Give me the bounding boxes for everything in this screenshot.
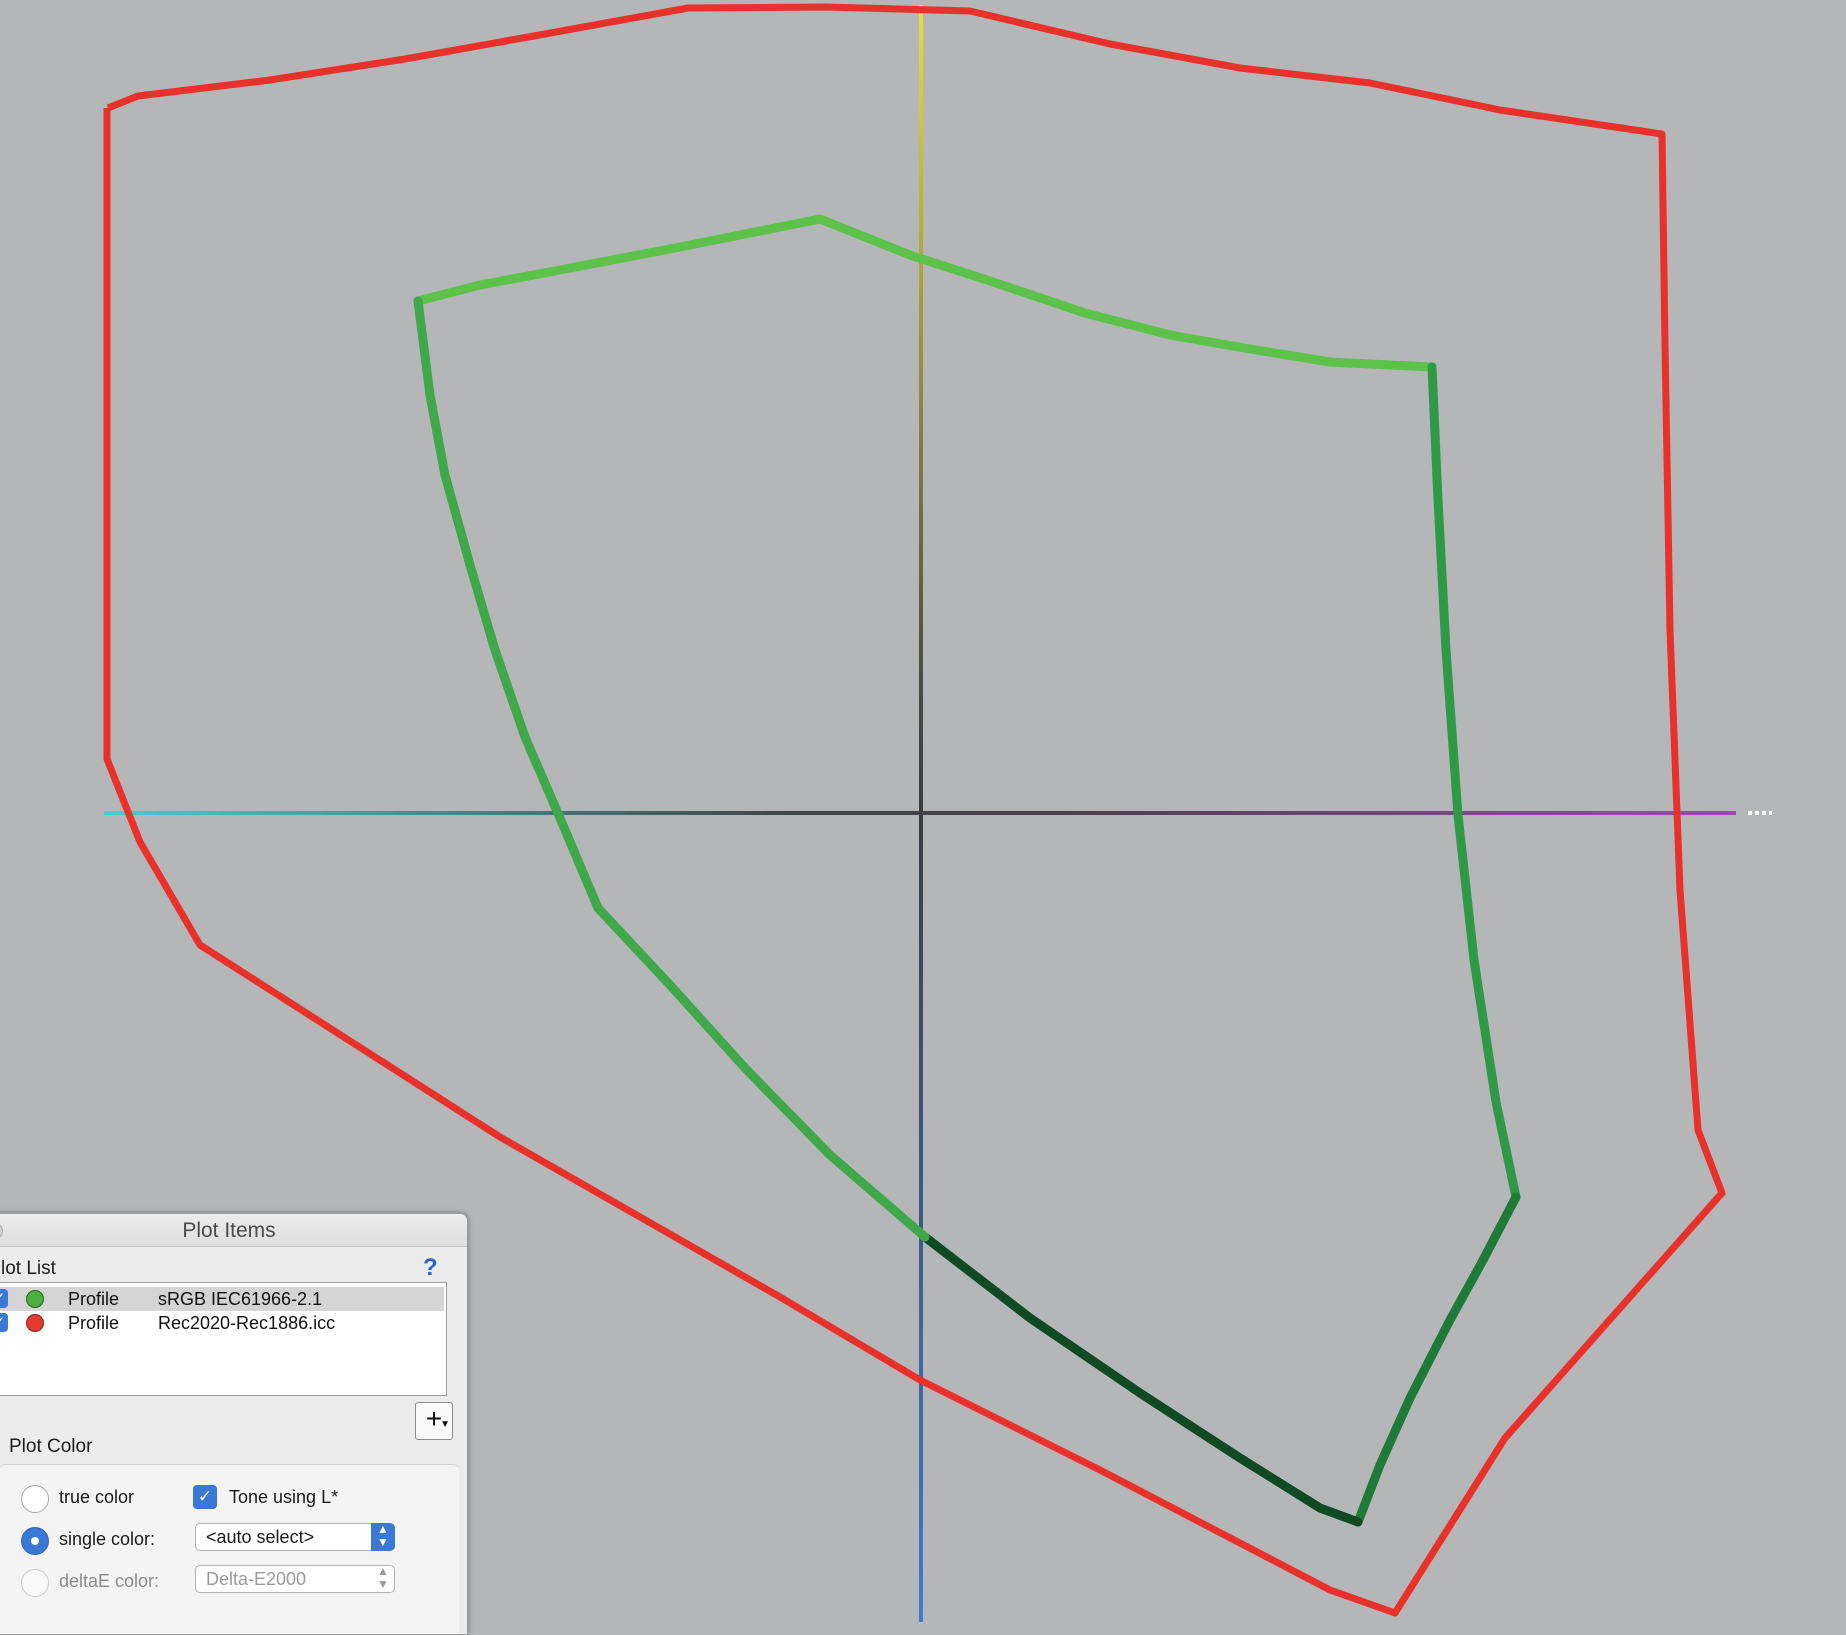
plot-color-label: Plot Color [9, 1436, 93, 1457]
true-color-label: true color [59, 1487, 135, 1507]
single-color-select-value: <auto select> [206, 1527, 315, 1547]
deltae-color-label: deltaE color: [59, 1571, 160, 1591]
single-color-label: single color: [59, 1529, 156, 1549]
plot-color-dot-icon [26, 1314, 44, 1332]
plot-items-panel: Plot Items lot List ? ✓ Profile sRGB IEC… [0, 1213, 468, 1635]
srgb-gamut-outline [413, 214, 1521, 1527]
plot-list[interactable]: ✓ Profile sRGB IEC61966-2.1 ✓ Profile Re… [0, 1282, 447, 1396]
dropdown-caret-icon: ▼ [440, 1419, 450, 1430]
deltae-color-radio[interactable] [21, 1569, 49, 1597]
add-plot-item-button[interactable]: + ▼ [415, 1402, 453, 1440]
single-color-radio[interactable] [21, 1527, 49, 1555]
list-item[interactable]: ✓ Profile sRGB IEC61966-2.1 [0, 1287, 444, 1311]
tone-using-l-checkbox[interactable]: ✓ [193, 1485, 217, 1509]
item-name: sRGB IEC61966-2.1 [158, 1289, 323, 1309]
deltae-select-value: Delta-E2000 [206, 1569, 307, 1589]
single-color-select[interactable]: <auto select> ▲ ▼ [195, 1523, 395, 1551]
select-stepper-icon: ▲ ▼ [371, 1523, 395, 1551]
deltae-select[interactable]: Delta-E2000 ▲ ▼ [195, 1565, 395, 1593]
true-color-radio[interactable] [21, 1485, 49, 1513]
select-stepper-icon: ▲ ▼ [377, 1564, 389, 1591]
help-icon[interactable]: ? [423, 1254, 438, 1282]
item-name: Rec2020-Rec1886.icc [158, 1313, 336, 1333]
plot-list-label: lot List [1, 1258, 56, 1279]
list-item[interactable]: ✓ Profile Rec2020-Rec1886.icc [0, 1311, 444, 1335]
plot-color-box: true color ✓ Tone using L* single color:… [0, 1464, 459, 1634]
plot-color-dot-icon [26, 1290, 44, 1308]
panel-title: Plot Items [182, 1219, 276, 1242]
tone-using-l-label: Tone using L* [229, 1487, 339, 1507]
item-kind: Profile [68, 1313, 120, 1333]
item-kind: Profile [68, 1289, 120, 1309]
panel-titlebar[interactable]: Plot Items [0, 1214, 467, 1247]
visibility-checkbox[interactable]: ✓ [0, 1289, 8, 1308]
visibility-checkbox[interactable]: ✓ [0, 1313, 8, 1332]
